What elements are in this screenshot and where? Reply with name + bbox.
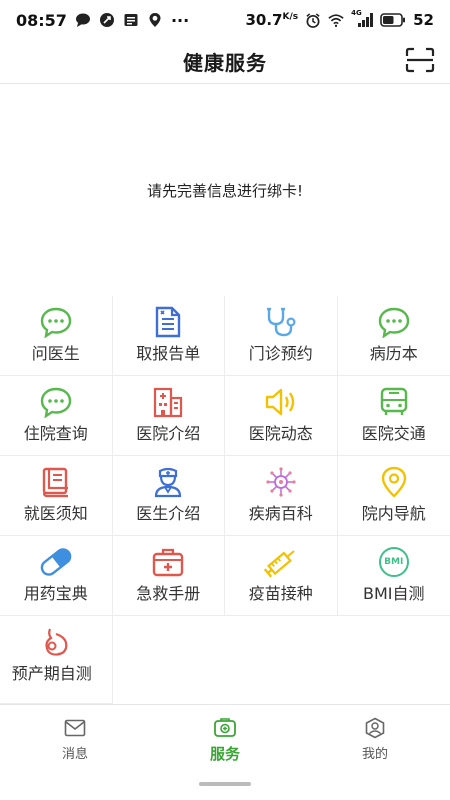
grid-empty-cell: [113, 616, 226, 704]
service-label: 预产期自测: [11, 664, 92, 683]
scan-button[interactable]: [404, 46, 436, 78]
doctor-icon: [150, 466, 186, 498]
service-first-aid-manual[interactable]: 急救手册: [112, 536, 225, 616]
service-disease-encyclopedia[interactable]: 疾病百科: [225, 456, 338, 536]
profile-icon: [363, 717, 387, 739]
service-medication-guide[interactable]: 用药宝典: [0, 536, 113, 616]
service-label: 门诊预约: [248, 344, 313, 363]
chat-record-icon: [376, 306, 412, 338]
service-medical-record[interactable]: 病历本: [337, 296, 450, 376]
nav-label: 服务: [209, 745, 240, 763]
bmi-icon: BMI: [376, 546, 412, 578]
cellular-signal-icon: 4G: [351, 9, 374, 28]
network-speed: 30.7K/s: [245, 11, 299, 29]
nav-item-services[interactable]: 服务: [150, 705, 300, 774]
bottom-nav: 消息 服务 我的: [0, 704, 450, 774]
service-indoor-navigation[interactable]: 院内导航: [337, 456, 450, 536]
chat-hospital-icon: [38, 386, 74, 418]
services-grid: 问医生 取报告单 门诊预约 病历本 住院查询 医院介绍 医院动态 医院交通 就医…: [0, 296, 450, 704]
battery-level: 52: [413, 11, 434, 29]
service-label: 住院查询: [23, 424, 88, 443]
service-icon: [213, 717, 237, 739]
service-inpatient-query[interactable]: 住院查询: [0, 376, 113, 456]
service-label: 用药宝典: [23, 584, 88, 603]
service-label: 就医须知: [23, 504, 88, 523]
service-vaccination[interactable]: 疫苗接种: [225, 536, 338, 616]
service-due-date-test[interactable]: 预产期自测: [0, 616, 113, 704]
app-notification-icon: [99, 12, 115, 28]
service-visit-notice[interactable]: 就医须知: [0, 456, 113, 536]
service-label: 问医生: [31, 344, 80, 363]
page-header: 健康服务: [0, 40, 450, 84]
service-label: 急救手册: [136, 584, 201, 603]
bind-card-notice: 请先完善信息进行绑卡!: [0, 85, 450, 295]
service-label: 医生介绍: [136, 504, 201, 523]
notice-book-icon: [38, 466, 74, 498]
service-ask-doctor[interactable]: 问医生: [0, 296, 113, 376]
more-notifications-icon: ···: [170, 10, 190, 30]
hospital-building-icon: [150, 386, 186, 418]
mail-icon: [63, 717, 87, 739]
pill-icon: [38, 546, 74, 578]
service-label: 疫苗接种: [248, 584, 313, 603]
syringe-icon: [263, 546, 299, 578]
report-icon: [150, 306, 186, 338]
wifi-icon: [328, 12, 344, 28]
page-title: 健康服务: [183, 51, 267, 75]
nav-item-profile[interactable]: 我的: [300, 705, 450, 774]
bmi-badge: BMI: [378, 547, 409, 577]
service-hospital-news[interactable]: 医院动态: [225, 376, 338, 456]
speaker-icon: [263, 386, 299, 418]
service-outpatient-booking[interactable]: 门诊预约: [225, 296, 338, 376]
news-notification-icon: [123, 12, 139, 28]
service-label: 医院动态: [248, 424, 313, 443]
status-bar: 08:57 ··· 30.7K/s 4G 52: [0, 0, 450, 40]
home-indicator[interactable]: [199, 782, 251, 786]
bind-card-notice-text: 请先完善信息进行绑卡!: [146, 181, 303, 200]
pregnancy-icon: [38, 626, 74, 658]
service-label: 医院交通: [361, 424, 426, 443]
scan-icon: [405, 47, 435, 77]
status-time: 08:57: [16, 10, 67, 30]
service-doctor-intro[interactable]: 医生介绍: [112, 456, 225, 536]
service-hospital-transport[interactable]: 医院交通: [337, 376, 450, 456]
nav-label: 消息: [61, 747, 88, 762]
service-label: BMI自测: [362, 584, 425, 603]
service-bmi-test[interactable]: BMI BMI自测: [337, 536, 450, 616]
nav-item-messages[interactable]: 消息: [0, 705, 150, 774]
service-label: 医院介绍: [136, 424, 201, 443]
bus-icon: [376, 386, 412, 418]
service-hospital-intro[interactable]: 医院介绍: [112, 376, 225, 456]
service-label: 病历本: [369, 344, 418, 363]
first-aid-kit-icon: [150, 546, 186, 578]
message-notification-icon: [75, 12, 91, 28]
service-label: 取报告单: [136, 344, 201, 363]
battery-icon: [380, 12, 406, 28]
service-label: 院内导航: [361, 504, 426, 523]
virus-icon: [263, 466, 299, 498]
location-pin-icon: [376, 466, 412, 498]
service-label: 疾病百科: [248, 504, 313, 523]
stethoscope-icon: [263, 306, 299, 338]
map-notification-icon: [147, 12, 163, 28]
alarm-icon: [305, 12, 321, 28]
nav-label: 我的: [361, 747, 388, 762]
service-get-report[interactable]: 取报告单: [112, 296, 225, 376]
chat-doctor-icon: [38, 306, 74, 338]
